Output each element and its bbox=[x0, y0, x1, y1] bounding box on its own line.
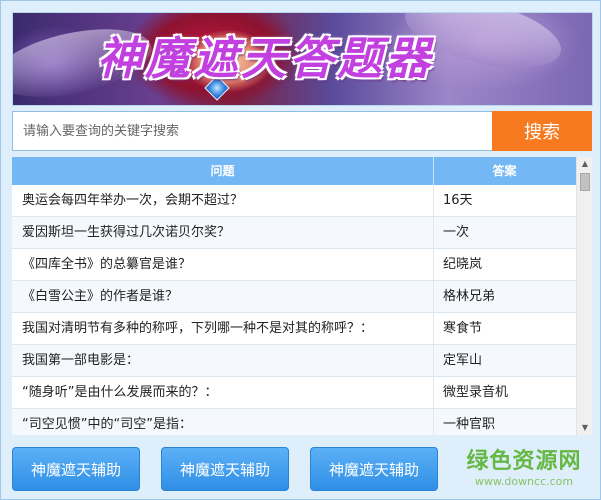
answer-cell: 微型录音机 bbox=[443, 385, 509, 400]
table-row[interactable]: 我国第一部电影是： 定军山 bbox=[12, 345, 576, 377]
column-header-answer[interactable]: 答案 bbox=[433, 157, 576, 185]
scroll-thumb[interactable] bbox=[580, 173, 590, 191]
table-row[interactable]: 《白雪公主》的作者是谁？ 格林兄弟 bbox=[12, 281, 576, 313]
vertical-scrollbar[interactable]: ▲ ▼ bbox=[576, 157, 592, 435]
table-row[interactable]: 我国对清明节有多种的称呼，下列哪一种不是对其的称呼？： 寒食节 bbox=[12, 313, 576, 345]
app-window: 神魔遮天答题器 搜索 问题 答案 奥运会每四年举办一次，会期不超过？ 16天 爱… bbox=[0, 0, 601, 500]
answer-cell: 寒食节 bbox=[443, 321, 483, 336]
answer-cell: 16天 bbox=[443, 193, 473, 208]
qa-table: 问题 答案 奥运会每四年举办一次，会期不超过？ 16天 爱因斯坦一生获得过几次诺… bbox=[12, 157, 592, 435]
answer-cell: 定军山 bbox=[443, 353, 483, 368]
scroll-up-icon[interactable]: ▲ bbox=[577, 157, 592, 171]
question-cell: “司空见惯”中的“司空”是指： bbox=[12, 409, 434, 435]
question-cell: 我国对清明节有多种的称呼，下列哪一种不是对其的称呼？： bbox=[12, 313, 434, 344]
table-header: 问题 答案 bbox=[12, 157, 576, 185]
question-cell: “随身听”是由什么发展而来的？： bbox=[12, 377, 434, 408]
column-header-question[interactable]: 问题 bbox=[12, 157, 434, 185]
question-cell: 我国第一部电影是： bbox=[12, 345, 434, 376]
helper-button-3[interactable]: 神魔遮天辅助 bbox=[310, 447, 438, 491]
helper-button-1[interactable]: 神魔遮天辅助 bbox=[12, 447, 140, 491]
table-row[interactable]: “司空见惯”中的“司空”是指： 一种官职 bbox=[12, 409, 576, 435]
answer-cell: 一次 bbox=[443, 225, 470, 240]
search-input[interactable] bbox=[12, 111, 492, 151]
watermark-logo-text: 绿色资源网 bbox=[466, 449, 582, 474]
table-row[interactable]: 《四库全书》的总纂官是谁？ 纪晓岚 bbox=[12, 249, 576, 281]
search-bar: 搜索 bbox=[12, 111, 592, 151]
question-cell: 奥运会每四年举办一次，会期不超过？ bbox=[12, 185, 434, 216]
table-row[interactable]: 爱因斯坦一生获得过几次诺贝尔奖？ 一次 bbox=[12, 217, 576, 249]
answer-cell: 一种官职 bbox=[443, 417, 496, 432]
helper-button-2[interactable]: 神魔遮天辅助 bbox=[161, 447, 289, 491]
table-row[interactable]: 奥运会每四年举办一次，会期不超过？ 16天 bbox=[12, 185, 576, 217]
answer-cell: 纪晓岚 bbox=[443, 257, 483, 272]
question-cell: 《白雪公主》的作者是谁？ bbox=[12, 281, 434, 312]
table-body: 奥运会每四年举办一次，会期不超过？ 16天 爱因斯坦一生获得过几次诺贝尔奖？ 一… bbox=[12, 185, 576, 435]
banner-title: 神魔遮天答题器 bbox=[97, 32, 434, 85]
search-button[interactable]: 搜索 bbox=[492, 111, 592, 151]
bottom-bar: 神魔遮天辅助 神魔遮天辅助 神魔遮天辅助 绿色资源网 www.downcc.co… bbox=[1, 441, 600, 499]
watermark-logo: 绿色资源网 www.downcc.com bbox=[459, 449, 589, 495]
scroll-down-icon[interactable]: ▼ bbox=[577, 421, 592, 435]
watermark-url: www.downcc.com bbox=[474, 475, 574, 488]
question-cell: 《四库全书》的总纂官是谁？ bbox=[12, 249, 434, 280]
banner-image: 神魔遮天答题器 bbox=[12, 12, 593, 106]
question-cell: 爱因斯坦一生获得过几次诺贝尔奖？ bbox=[12, 217, 434, 248]
table-row[interactable]: “随身听”是由什么发展而来的？： 微型录音机 bbox=[12, 377, 576, 409]
answer-cell: 格林兄弟 bbox=[443, 289, 496, 304]
